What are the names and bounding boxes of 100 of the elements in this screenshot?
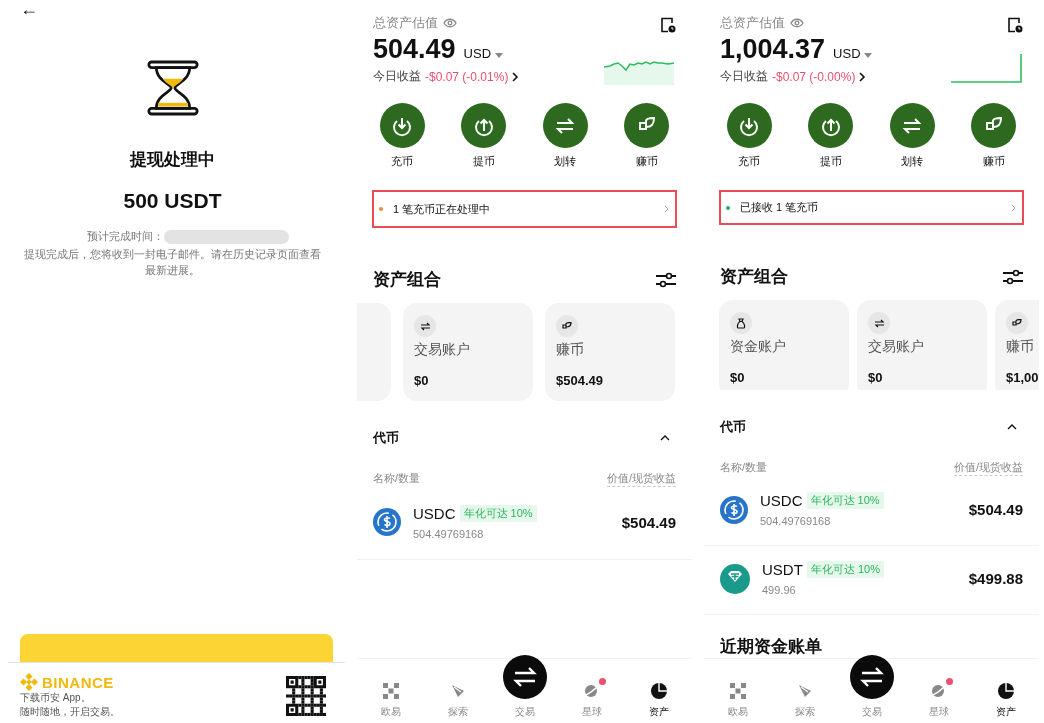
grid-icon [382, 683, 399, 699]
history-icon[interactable] [660, 17, 676, 33]
footer-text: 随时随地，开启交易。 [20, 705, 120, 719]
token-symbol: USDT [762, 561, 803, 579]
deposit-notice[interactable]: 1 笔充币正在处理中 [372, 190, 677, 228]
eta-label: 预计完成时间： [86, 229, 164, 244]
eye-icon[interactable] [790, 18, 804, 28]
swap-icon [873, 318, 885, 328]
section-title: 资产组合 [720, 266, 788, 289]
nav-tab[interactable]: 资产 [980, 683, 1031, 719]
token-symbol: USDC [760, 492, 803, 510]
pnl-value[interactable]: -$0.07 (-0.00%) [772, 69, 856, 84]
total-label: 总资产估值 [373, 14, 438, 32]
back-button[interactable]: ← [20, 0, 38, 18]
currency-selector[interactable]: USD [463, 46, 503, 61]
brand-name: BINANCE [42, 673, 114, 691]
sparkline [951, 53, 1023, 85]
chevron-icon[interactable] [660, 435, 670, 441]
footer-text: 下载币安 App。 [20, 691, 92, 705]
pnl-label: 今日收益 [720, 68, 768, 85]
section-title: 资产组合 [373, 269, 441, 291]
diamond-logo-icon [20, 673, 38, 691]
token-amount: 499.96 [762, 584, 797, 597]
leaf-icon [561, 321, 573, 331]
column-header: 价值/现货收益 [953, 460, 1023, 477]
swap-icon [859, 667, 884, 687]
eye-icon[interactable] [443, 18, 457, 28]
token-symbol: USDC [413, 504, 456, 522]
currency-selector[interactable]: USD [833, 46, 873, 61]
section-title: 代币 [373, 429, 399, 447]
nav-tab[interactable]: 资产 [633, 683, 684, 719]
tether-coin-icon [720, 563, 750, 594]
info-message: 提现完成后，您将收到一封电子邮件。请在历史记录页面查看最新进展。 [24, 247, 321, 278]
account-value: $1,00 [1006, 370, 1039, 386]
nav-tab[interactable]: 欧易 [365, 683, 416, 719]
nav-tab[interactable]: 欧易 [712, 683, 763, 719]
nav-tab[interactable]: 星球 [566, 681, 617, 719]
account-card[interactable]: 赚币 $1,00 [995, 300, 1039, 391]
swap-icon [902, 117, 923, 134]
account-name: 交易账户 [868, 338, 925, 357]
account-value: $504.49 [556, 373, 604, 388]
column-header: 名称/数量 [373, 471, 421, 486]
account-name: 赚币 [556, 341, 585, 359]
token-amount: 504.49769168 [413, 527, 485, 540]
token-row[interactable]: USDT 年化可达 10% 499.96 $499.88 [704, 545, 1039, 615]
token-value: $499.88 [968, 570, 1023, 588]
swap-icon [419, 321, 431, 331]
grid-icon [729, 683, 746, 699]
apy-tag: 年化可达 10% [806, 492, 884, 510]
chevron-right-icon [664, 205, 669, 213]
token-row[interactable]: USDC 年化可达 10% 504.49769168 $504.49 [704, 476, 1039, 546]
token-value: $504.49 [968, 501, 1023, 519]
nav-tab[interactable]: 探索 [432, 683, 483, 719]
qr-code [286, 676, 326, 716]
chevron-icon[interactable] [1007, 424, 1017, 431]
sliders-icon[interactable] [1003, 268, 1023, 285]
dollar-coin-icon [720, 495, 748, 524]
chevron-right-icon[interactable] [859, 71, 867, 82]
account-card[interactable]: 资金账户 $0 [719, 300, 849, 391]
pie-chart-icon [650, 683, 667, 699]
pie-chart-icon [997, 683, 1014, 699]
account-card[interactable]: 交易账户 $0 [403, 303, 533, 401]
deposit-notice[interactable]: 已接收 1 笔充币 [719, 190, 1024, 226]
account-card[interactable]: 交易账户 $0 [857, 300, 987, 391]
pnl-value[interactable]: -$0.07 (-0.01%) [425, 69, 509, 84]
caret-down-icon [494, 53, 503, 58]
nav-tab[interactable]: 探索 [779, 683, 830, 719]
account-value: $0 [730, 370, 746, 386]
section-title: 近期资金账单 [719, 636, 823, 658]
column-header: 名称/数量 [720, 460, 768, 476]
money-bag-icon [736, 317, 746, 329]
pnl-label: 今日收益 [373, 68, 421, 85]
history-icon[interactable] [1007, 17, 1023, 33]
caret-down-icon [864, 53, 873, 58]
section-title: 代币 [720, 418, 746, 437]
account-value: $0 [414, 373, 430, 388]
apy-tag: 年化可达 10% [806, 561, 884, 579]
token-amount: 504.49769168 [760, 515, 832, 528]
account-name: 交易账户 [414, 341, 471, 359]
chevron-right-icon[interactable] [512, 71, 520, 82]
account-card[interactable]: 赚币 $504.49 [545, 303, 675, 401]
total-label: 总资产估值 [720, 14, 785, 32]
token-row[interactable]: USDC 年化可达 10% 504.49769168 $504.49 [357, 487, 692, 560]
token-value: $504.49 [621, 513, 676, 531]
nav-tab[interactable]: 星球 [913, 681, 964, 719]
leaf-icon [1011, 318, 1023, 328]
account-name: 赚币 [1006, 338, 1035, 357]
withdrawal-amount: 500 USDT [123, 189, 222, 213]
balance-amount: 1,004.37 [720, 34, 826, 65]
sliders-icon[interactable] [656, 271, 676, 288]
account-value: $0 [868, 370, 884, 386]
balance-amount: 504.49 [373, 34, 456, 65]
column-header: 价值/现货收益 [606, 471, 676, 487]
dollar-coin-icon [373, 508, 401, 536]
chevron-right-icon [1011, 203, 1016, 212]
swap-icon [512, 667, 537, 687]
status-title: 提现处理中 [130, 149, 215, 171]
hourglass-icon [146, 60, 199, 116]
swap-icon [555, 117, 576, 134]
compass-icon [449, 683, 466, 699]
